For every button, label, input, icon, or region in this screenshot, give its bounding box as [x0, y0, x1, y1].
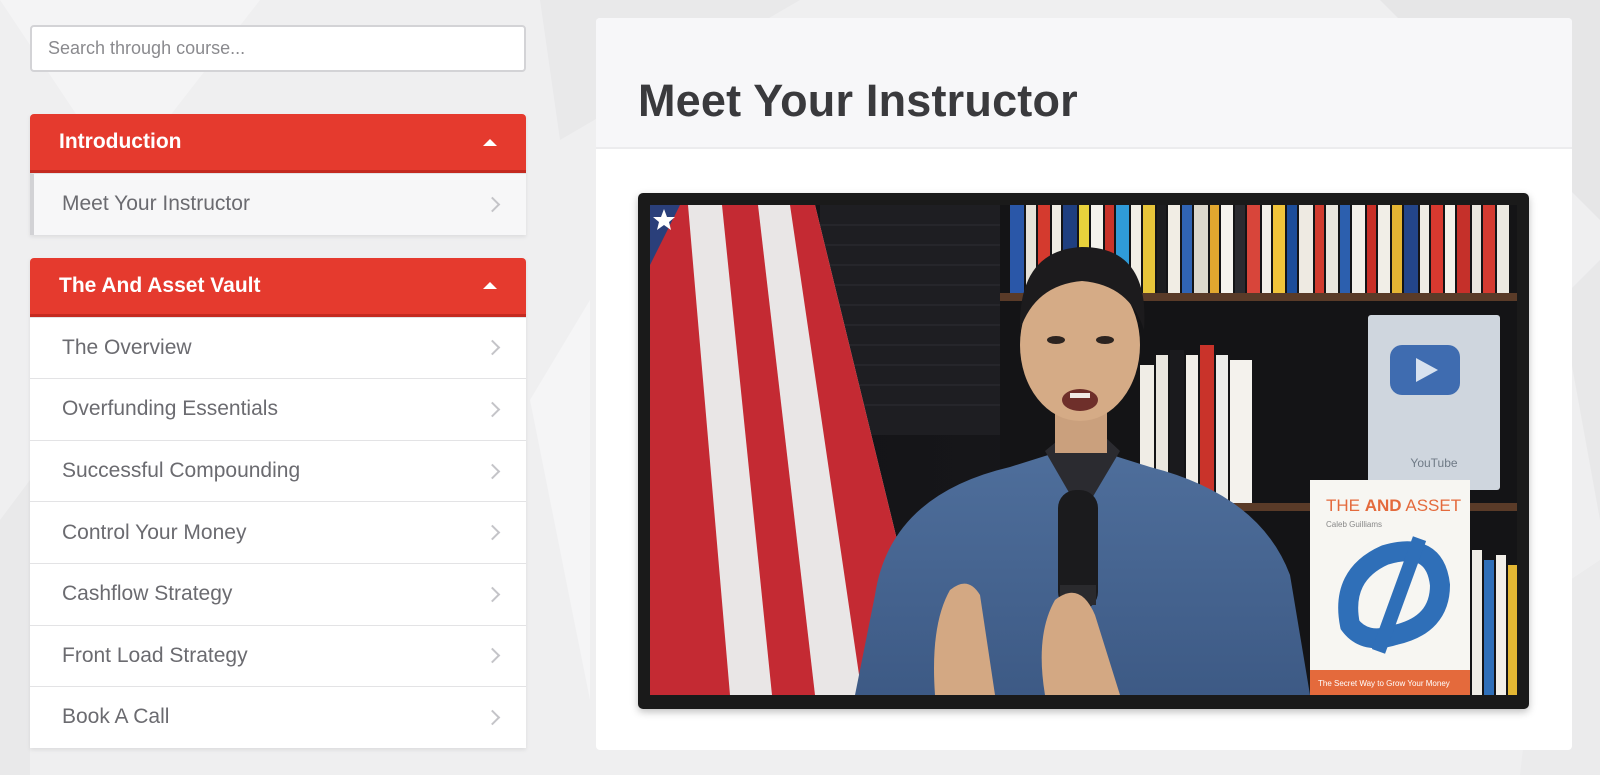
lesson-successful-compounding[interactable]: Successful Compounding — [30, 439, 526, 502]
lesson-label: Book A Call — [62, 705, 170, 729]
lesson-book-a-call[interactable]: Book A Call — [30, 686, 526, 748]
chevron-right-icon — [484, 709, 501, 726]
course-sidebar: Introduction Meet Your Instructor The An… — [30, 25, 526, 748]
svg-text:The Secret Way to Grow Your Mo: The Secret Way to Grow Your Money — [1318, 679, 1450, 688]
lesson-cashflow-strategy[interactable]: Cashflow Strategy — [30, 562, 526, 625]
section-title: Introduction — [59, 130, 182, 153]
chevron-right-icon — [484, 401, 501, 418]
video-player[interactable]: YouTube THE AND ASSET Caleb Guilliams Th… — [638, 193, 1529, 709]
lesson-meet-your-instructor[interactable]: Meet Your Instructor — [30, 173, 526, 235]
chevron-right-icon — [484, 586, 501, 603]
section-and-asset-vault: The And Asset Vault The Overview Overfun… — [30, 257, 526, 748]
lesson-label: The Overview — [62, 335, 192, 359]
lesson-control-your-money[interactable]: Control Your Money — [30, 501, 526, 563]
lesson-label: Meet Your Instructor — [62, 192, 250, 216]
lesson-label: Overfunding Essentials — [62, 397, 278, 421]
video-frame-image[interactable]: YouTube THE AND ASSET Caleb Guilliams Th… — [650, 205, 1517, 695]
lesson-header: Meet Your Instructor — [596, 18, 1572, 149]
chevron-right-icon — [484, 463, 501, 479]
section-title: The And Asset Vault — [59, 273, 261, 297]
caret-up-icon — [483, 138, 497, 146]
page-title: Meet Your Instructor — [638, 75, 1078, 126]
lesson-the-overview[interactable]: The Overview — [30, 316, 526, 379]
search-input[interactable] — [30, 25, 526, 72]
section-header-introduction[interactable]: Introduction — [30, 114, 526, 173]
youtube-plaque: YouTube — [1368, 315, 1500, 490]
caret-up-icon — [483, 282, 497, 290]
svg-text:THE AND ASSET: THE AND ASSET — [1326, 496, 1461, 515]
svg-text:Caleb Guilliams: Caleb Guilliams — [1326, 520, 1382, 529]
svg-text:YouTube: YouTube — [1410, 456, 1457, 470]
lesson-label: Front Load Strategy — [62, 643, 248, 667]
chevron-right-icon — [484, 648, 501, 664]
chevron-right-icon — [484, 340, 501, 356]
lesson-content-panel: Meet Your Instructor YouTube THE AND ASS… — [596, 18, 1572, 750]
chevron-right-icon — [484, 196, 501, 213]
lesson-label: Cashflow Strategy — [62, 582, 233, 606]
book-cover: THE AND ASSET Caleb Guilliams The Secret… — [1310, 480, 1470, 695]
section-introduction: Introduction Meet Your Instructor — [30, 114, 526, 235]
lesson-overfunding-essentials[interactable]: Overfunding Essentials — [30, 378, 526, 440]
lesson-front-load-strategy[interactable]: Front Load Strategy — [30, 624, 526, 687]
lesson-label: Successful Compounding — [62, 459, 301, 483]
lesson-label: Control Your Money — [62, 520, 247, 544]
chevron-right-icon — [484, 524, 501, 541]
section-header-and-asset-vault[interactable]: The And Asset Vault — [30, 257, 526, 317]
